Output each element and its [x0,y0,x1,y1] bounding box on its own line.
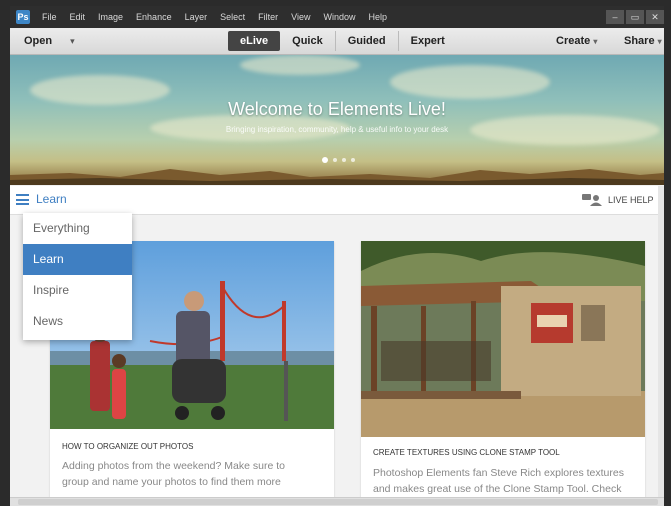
menu-layer[interactable]: Layer [185,12,208,22]
slide-dot[interactable] [351,158,355,162]
cloud-shape [240,55,360,75]
tab-elive[interactable]: eLive [228,31,281,51]
create-label: Create [556,35,591,47]
cloud-shape [390,65,550,99]
chevron-down-icon: ▾ [657,37,662,46]
slide-dot[interactable] [342,158,346,162]
tab-quick[interactable]: Quick [280,31,336,51]
open-button[interactable]: Open [24,35,52,47]
slide-dot-active[interactable] [322,157,328,163]
menu-file[interactable]: File [42,12,57,22]
dropdown-item-learn[interactable]: Learn [23,244,132,275]
live-help-label: LIVE HELP [608,195,654,205]
create-button[interactable]: Create ▾ [556,35,597,47]
app-logo-icon: Ps [16,10,30,24]
mode-tabs: eLive Quick Guided Expert [228,31,457,51]
hero-title: Welcome to Elements Live! [228,99,446,119]
live-help-button[interactable]: LIVE HELP [582,194,654,206]
scrollbar-thumb[interactable] [18,499,658,505]
maximize-button[interactable]: ▭ [626,10,644,24]
tab-guided[interactable]: Guided [336,31,399,51]
card-image [361,241,645,437]
menu-window[interactable]: Window [323,12,355,22]
card-text: Adding photos from the weekend? Make sur… [62,460,285,472]
tab-expert[interactable]: Expert [399,31,457,51]
card-text: and makes great use of the Clone Stamp T… [373,483,622,495]
dropdown-item-news[interactable]: News [23,306,132,337]
menu-image[interactable]: Image [98,12,123,22]
window-controls: – ▭ ✕ [604,6,664,28]
chat-users-icon [582,194,602,206]
hero-subtitle: Bringing inspiration, community, help & … [225,125,449,134]
dropdown-item-everything[interactable]: Everything [23,213,132,244]
app-window: Ps File Edit Image Enhance Layer Select … [10,6,664,506]
mode-toolbar: Open ▾ eLive Quick Guided Expert Create … [10,28,664,55]
menu-filter[interactable]: Filter [258,12,278,22]
hills-graphic [10,169,664,185]
close-button[interactable]: ✕ [646,10,664,24]
menu-help[interactable]: Help [368,12,387,22]
slide-indicator [322,157,360,163]
minimize-button[interactable]: – [606,10,624,24]
hamburger-icon[interactable] [16,194,29,205]
chevron-down-icon[interactable]: ▾ [70,36,75,47]
horizontal-scrollbar[interactable] [10,497,664,506]
card-title: CREATE TEXTURES USING CLONE STAMP TOOL [373,448,560,457]
card-text: Photoshop Elements fan Steve Rich explor… [373,467,624,479]
dropdown-item-inspire[interactable]: Inspire [23,275,132,306]
slide-dot[interactable] [333,158,337,162]
share-label: Share [624,35,655,47]
hero-banner[interactable]: Welcome to Elements Live! Bringing inspi… [10,55,664,185]
filter-dropdown-menu: Everything Learn Inspire News [23,213,132,340]
filter-bar: Learn LIVE HELP [10,186,664,215]
storefront-photo-image [361,241,645,437]
menu-view[interactable]: View [291,12,310,22]
card-title: HOW TO ORGANIZE OUT PHOTOS [62,442,194,451]
chevron-down-icon: ▾ [593,37,598,46]
filter-dropdown-label[interactable]: Learn [36,192,67,206]
menu-select[interactable]: Select [220,12,245,22]
menu-edit[interactable]: Edit [70,12,86,22]
menu-enhance[interactable]: Enhance [136,12,172,22]
share-button[interactable]: Share ▾ [624,35,662,47]
menu-bar: Ps File Edit Image Enhance Layer Select … [10,6,664,28]
card-text: group and name your photos to find them … [62,476,281,488]
vertical-scrollbar[interactable] [658,186,664,497]
article-card[interactable]: CREATE TEXTURES USING CLONE STAMP TOOL P… [361,241,645,506]
